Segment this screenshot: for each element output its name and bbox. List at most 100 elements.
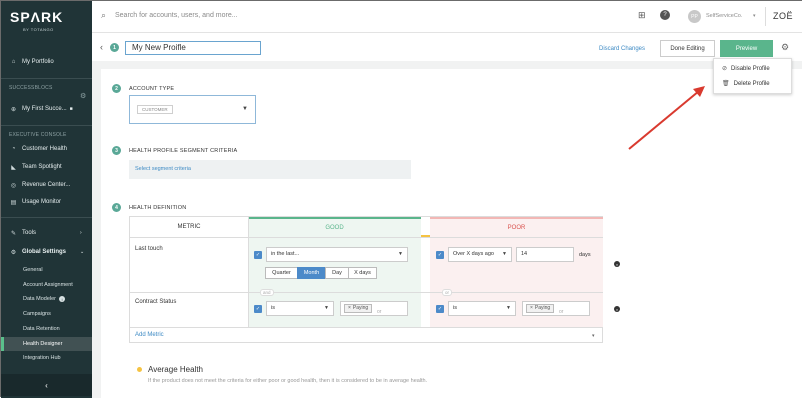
profile-name-input[interactable]: My New Proifle: [125, 41, 261, 55]
select-value: in the last...: [271, 251, 300, 257]
caret-down-icon: ▼: [502, 251, 507, 257]
good-operator-select[interactable]: in the last... ▼: [266, 247, 408, 262]
average-health-title: Average Health: [148, 365, 203, 374]
home-icon: ⌂: [11, 59, 16, 65]
sidebar-item-revenue-center[interactable]: ◎ Revenue Center...: [1, 177, 92, 193]
poor-days-input[interactable]: 14: [516, 247, 574, 262]
profile-actions-menu: ⊘ Disable Profile 🗑 Delete Profile: [713, 58, 792, 94]
divider: [248, 217, 249, 327]
caret-down-icon[interactable]: ▾: [592, 333, 595, 339]
checkbox[interactable]: ✓: [436, 251, 444, 259]
settings-item-campaigns[interactable]: Campaigns: [1, 307, 92, 321]
chevron-down-icon[interactable]: ▾: [753, 13, 756, 19]
average-dot: [137, 367, 142, 372]
step-badge: 3: [112, 146, 121, 155]
sidebar-item-my-portfolio[interactable]: ⌂ My Portfolio: [1, 54, 92, 70]
tenant-selector[interactable]: SelfServiceCo.: [706, 13, 742, 19]
preview-button[interactable]: Preview: [720, 40, 773, 57]
gift-icon[interactable]: ⊞: [638, 10, 646, 21]
select-value: Over X days ago: [453, 251, 494, 257]
settings-item-general[interactable]: General: [1, 263, 92, 277]
remove-chip-icon[interactable]: ×: [530, 302, 533, 315]
sidebar-item-tools[interactable]: ✎ Tools ›: [1, 225, 92, 241]
delete-profile-item[interactable]: 🗑 Delete Profile: [722, 80, 770, 88]
globe-icon: ⊕: [10, 106, 17, 113]
disable-profile-item[interactable]: ⊘ Disable Profile: [722, 65, 770, 73]
good-operator-select[interactable]: is ▼: [266, 301, 334, 316]
discard-changes-link[interactable]: Discard Changes: [599, 46, 645, 52]
and-label: and: [260, 289, 274, 296]
remove-row-icon[interactable]: ×: [614, 306, 620, 312]
done-editing-button[interactable]: Done Editing: [660, 40, 715, 57]
sidebar-item-global-settings[interactable]: ⚙ Global Settings ⌄: [1, 244, 92, 260]
value-chip[interactable]: × Paying: [344, 302, 373, 315]
collapse-sidebar-button[interactable]: ‹: [1, 374, 92, 396]
metric-column-header: METRIC: [177, 224, 201, 230]
chip-label: Paying: [352, 305, 369, 311]
search-icon: ⌕: [101, 10, 107, 20]
trash-icon: 🗑: [722, 81, 730, 87]
poor-operator-select[interactable]: is ▼: [448, 301, 516, 316]
period-month-button[interactable]: Month: [297, 267, 326, 279]
search-input[interactable]: Search for accounts, users, and more...: [115, 12, 238, 19]
logo-subtitle: BY TOTANGO: [23, 27, 54, 32]
sidebar-item-customer-health[interactable]: ◔ Customer Health: [1, 141, 92, 157]
menu-item-label: Disable Profile: [731, 65, 770, 72]
checkbox[interactable]: ✓: [436, 305, 444, 313]
poor-operator-select[interactable]: Over X days ago ▼: [448, 247, 512, 262]
divider: [130, 327, 603, 328]
caret-down-icon: ▼: [324, 305, 329, 311]
poor-column-header: POOR: [430, 217, 603, 237]
disable-icon: ⊘: [722, 66, 728, 72]
remove-chip-icon[interactable]: ×: [348, 302, 351, 315]
caret-down-icon: ▼: [506, 305, 511, 311]
checkbox[interactable]: ✓: [254, 305, 262, 313]
step-badge: 4: [112, 203, 121, 212]
menu-item-label: Delete Profile: [733, 80, 770, 87]
help-icon[interactable]: ?: [660, 10, 670, 20]
or-placeholder: or: [377, 309, 382, 315]
segment-criteria-box[interactable]: Select segment criteria: [129, 160, 411, 179]
account-type-select[interactable]: CUSTOMER ▼: [129, 95, 256, 124]
days-unit: days: [579, 252, 591, 258]
value-chip[interactable]: × Paying: [526, 302, 555, 315]
segment-criteria-title: HEALTH PROFILE SEGMENT CRITERIA: [129, 148, 238, 154]
good-column-header: GOOD: [248, 217, 421, 237]
chart-icon: ▤: [10, 199, 17, 206]
add-metric-link[interactable]: Add Metric: [135, 332, 164, 338]
sidebar-item-label: Revenue Center...: [22, 182, 71, 188]
back-icon[interactable]: ‹: [100, 42, 103, 52]
period-day-button[interactable]: Day: [325, 267, 349, 279]
period-x-days-button[interactable]: X days: [348, 267, 377, 279]
select-value: is: [453, 305, 457, 311]
arrow-line: [628, 90, 700, 150]
spark-logo[interactable]: SPΛRK: [10, 9, 63, 25]
checkbox[interactable]: ✓: [254, 251, 262, 259]
sidebar-item-label: Team Spotlight: [22, 164, 62, 170]
poor-value-input[interactable]: × Paying or: [522, 301, 590, 316]
settings-item-health-designer[interactable]: Health Designer: [1, 337, 92, 351]
divider: [1, 78, 92, 79]
remove-row-icon[interactable]: ×: [614, 261, 620, 267]
divider: [130, 237, 603, 238]
sidebar-item-my-first-success[interactable]: ⊕ My First Succe... ■: [1, 101, 92, 117]
select-segment-link[interactable]: Select segment criteria: [135, 166, 191, 172]
gear-icon[interactable]: ⚙: [781, 42, 789, 53]
sidebar-item-usage-monitor[interactable]: ▤ Usage Monitor: [1, 194, 92, 210]
avatar[interactable]: PP: [688, 10, 701, 23]
gear-icon[interactable]: ⚙: [80, 92, 86, 100]
settings-item-data-retention[interactable]: Data Retention: [1, 322, 92, 336]
average-health-desc: If the product does not meet the criteri…: [148, 378, 428, 384]
sidebar-item-label: Tools: [22, 230, 37, 236]
or-label: or: [442, 289, 453, 296]
settings-item-integration-hub[interactable]: Integration Hub: [1, 351, 92, 365]
health-definition-title: HEALTH DEFINITION: [129, 205, 187, 211]
sidebar-item-team-spotlight[interactable]: ◣ Team Spotlight: [1, 159, 92, 175]
settings-item-data-modeler[interactable]: Data Modeler i: [1, 292, 92, 306]
chip-label: Paying: [534, 305, 551, 311]
metric-label: Last touch: [135, 246, 163, 252]
spotlight-icon: ◣: [11, 164, 16, 171]
period-quarter-button[interactable]: Quarter: [265, 267, 298, 279]
good-value-input[interactable]: × Paying or: [340, 301, 408, 316]
settings-item-account-assignment[interactable]: Account Assignment: [1, 278, 92, 292]
